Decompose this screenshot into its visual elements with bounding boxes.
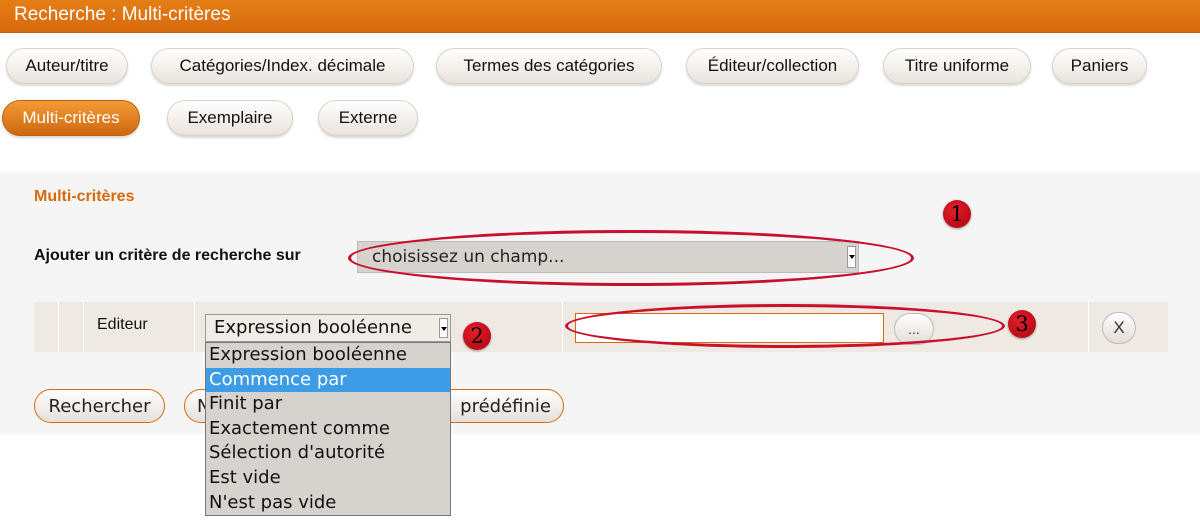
tab-titre-uniforme[interactable]: Titre uniforme bbox=[883, 48, 1031, 84]
row-divider bbox=[194, 302, 195, 352]
field-select[interactable]: choisissez un champ... bbox=[357, 241, 859, 273]
tab-multi-criteres[interactable]: Multi-critères bbox=[2, 100, 140, 136]
row-divider bbox=[562, 302, 563, 352]
row-divider bbox=[1088, 302, 1089, 352]
operator-option[interactable]: Sélection d'autorité bbox=[206, 441, 450, 466]
title-bar: Recherche : Multi-critères bbox=[0, 0, 1200, 33]
chevron-down-icon bbox=[847, 246, 856, 268]
search-button[interactable]: Rechercher bbox=[34, 389, 165, 423]
tab-termes-categories[interactable]: Termes des catégories bbox=[436, 48, 662, 84]
row-divider bbox=[58, 302, 59, 352]
tab-externe[interactable]: Externe bbox=[318, 100, 418, 136]
field-select-value: choisissez un champ... bbox=[372, 247, 565, 267]
tab-auteur-titre[interactable]: Auteur/titre bbox=[6, 48, 128, 84]
tab-categories-index[interactable]: Catégories/Index. décimale bbox=[151, 48, 414, 84]
operator-option[interactable]: Expression booléenne bbox=[206, 343, 450, 368]
criterion-field-label: Editeur bbox=[97, 316, 148, 333]
add-criterion-label: Ajouter un critère de recherche sur bbox=[34, 247, 301, 264]
row-divider bbox=[83, 302, 84, 352]
operator-option-selected[interactable]: Commence par bbox=[206, 367, 450, 393]
tab-exemplaire[interactable]: Exemplaire bbox=[167, 100, 293, 136]
annotation-marker-1: 1 bbox=[943, 200, 971, 228]
remove-criterion-button[interactable]: X bbox=[1102, 312, 1136, 344]
operator-option[interactable]: N'est pas vide bbox=[206, 491, 450, 516]
operator-option[interactable]: Finit par bbox=[206, 392, 450, 417]
operator-dropdown-list[interactable]: Expression booléenne Commence par Finit … bbox=[205, 342, 451, 516]
annotation-marker-2: 2 bbox=[463, 322, 491, 350]
panel-title: Multi-critères bbox=[34, 188, 135, 205]
operator-select[interactable]: Expression booléenne bbox=[205, 314, 451, 342]
operator-select-value: Expression booléenne bbox=[214, 317, 412, 338]
operator-option[interactable]: Exactement comme bbox=[206, 417, 450, 442]
operator-option[interactable]: Est vide bbox=[206, 466, 450, 491]
chevron-down-icon bbox=[439, 318, 448, 338]
window-title: Recherche : Multi-critères bbox=[14, 4, 231, 25]
criterion-value-input[interactable] bbox=[575, 313, 884, 343]
tab-paniers[interactable]: Paniers bbox=[1052, 48, 1147, 84]
tab-editeur-collection[interactable]: Éditeur/collection bbox=[686, 48, 859, 84]
annotation-marker-3: 3 bbox=[1008, 310, 1036, 338]
ellipsis-button[interactable]: ... bbox=[894, 313, 934, 345]
